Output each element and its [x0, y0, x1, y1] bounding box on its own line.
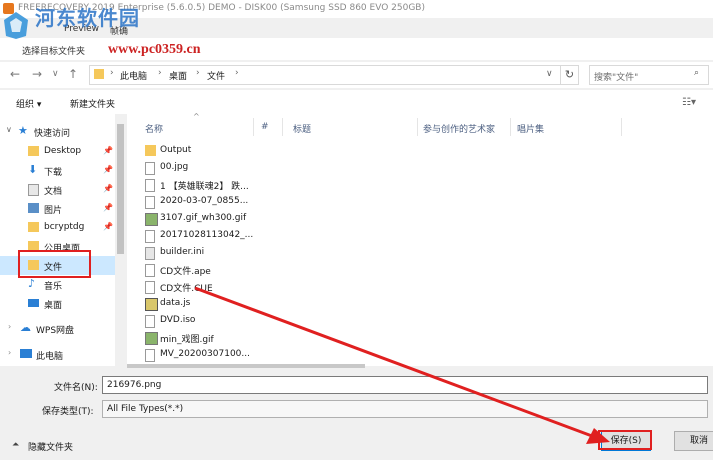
annotation-arrow-icon: [194, 286, 610, 444]
